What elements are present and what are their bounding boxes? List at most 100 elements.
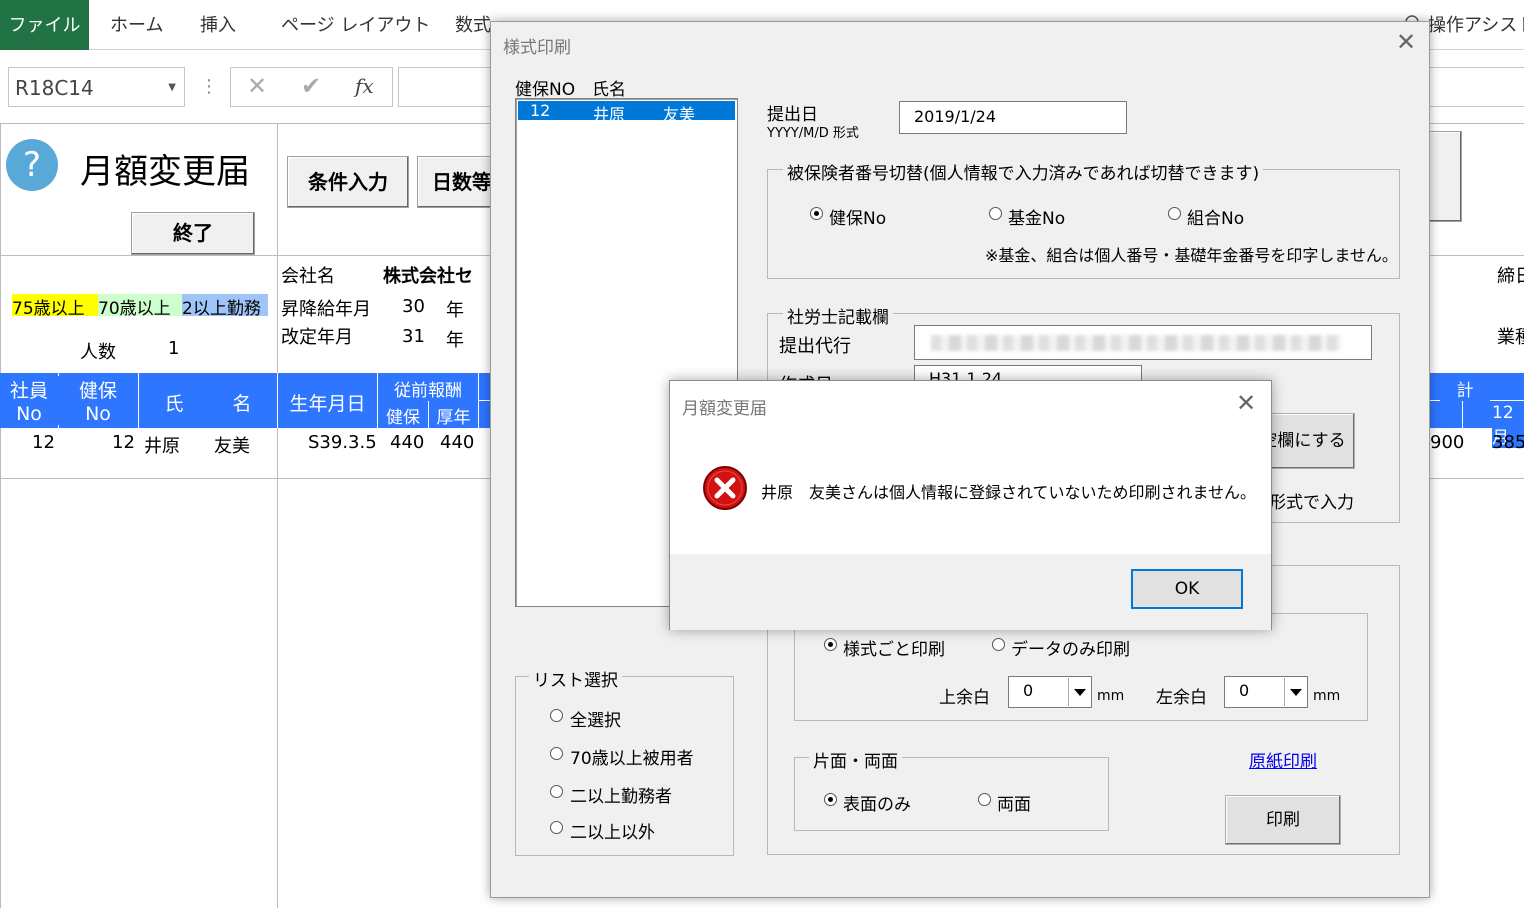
check-icon[interactable]: ✔ xyxy=(301,72,321,100)
page-title: 月額変更届 xyxy=(80,152,250,192)
grid-line xyxy=(0,123,1,908)
radio-with-form-label: 様式ごと印刷 xyxy=(843,640,945,660)
condition-input-button[interactable]: 条件入力 xyxy=(287,156,409,208)
name-box-value: R18C14 xyxy=(15,76,94,100)
radio-double-side[interactable] xyxy=(978,793,991,806)
radio-other-label: 二以上以外 xyxy=(570,823,655,843)
sharoushi-group-label: 社労士記載欄 xyxy=(783,303,893,328)
function-icon[interactable]: fx xyxy=(355,74,374,98)
alert-title: 月額変更届 xyxy=(682,399,767,419)
list-header-no: 健保NO xyxy=(515,80,576,100)
redacted-text xyxy=(931,335,1341,351)
radio-kikin[interactable] xyxy=(989,207,1002,220)
cancel-icon[interactable]: ✕ xyxy=(247,72,267,100)
radio-double-side-label: 両面 xyxy=(997,795,1031,815)
radio-select-all[interactable] xyxy=(550,709,563,722)
revision-month-value: 31 xyxy=(402,326,425,347)
grid-line xyxy=(277,123,278,908)
row-insurance-no: 12 xyxy=(112,432,135,453)
insurance-number-group-label: 被保険者番号切替(個人情報で入力済みであれば切替できます) xyxy=(783,159,1264,184)
ok-button[interactable]: OK xyxy=(1131,569,1243,609)
agent-label: 提出代行 xyxy=(779,336,851,357)
close-icon[interactable]: ✕ xyxy=(1236,389,1256,417)
legend-age75: 75歳以上 xyxy=(12,294,98,319)
submit-date-input[interactable]: 2019/1/24 xyxy=(899,101,1127,134)
radio-with-form[interactable] xyxy=(824,638,837,651)
year-label: 年 xyxy=(446,330,464,351)
tab-home[interactable]: ホーム xyxy=(110,0,163,50)
chevron-down-icon[interactable] xyxy=(1284,678,1306,706)
radio-kenpo-label: 健保No xyxy=(829,209,887,229)
error-icon xyxy=(702,465,748,511)
legend-age70: 70歳以上 xyxy=(98,294,182,319)
company-value: 株式会社セ xyxy=(383,266,473,287)
header-health: 健保 xyxy=(378,403,428,428)
row-total: 900 xyxy=(1430,432,1465,453)
header-employee-no: No xyxy=(0,403,58,425)
list-item[interactable]: 12 井原 友美 xyxy=(518,101,735,124)
more-options-icon[interactable]: ⋮ xyxy=(200,76,218,97)
closing-day-label: 締日 xyxy=(1497,266,1524,287)
radio-select-all-label: 全選択 xyxy=(570,711,621,731)
row-pension-pay: 440 xyxy=(440,432,475,453)
radio-kikin-label: 基金No xyxy=(1008,209,1066,229)
revision-month-label: 改定年月 xyxy=(281,327,353,348)
name-box[interactable]: R18C14 ▼ xyxy=(8,67,185,107)
tab-file[interactable]: ファイル xyxy=(0,0,89,50)
date-format-hint: YYYY/M/D 形式 xyxy=(767,126,859,141)
radio-other[interactable] xyxy=(550,821,563,834)
row-health-pay: 440 xyxy=(390,432,425,453)
headcount-label: 人数 xyxy=(80,342,116,363)
alert-dialog: 月額変更届 ✕ 井原 友美さんは個人情報に登録されていないため印刷されません。 … xyxy=(669,380,1272,630)
radio-single-side[interactable] xyxy=(824,793,837,806)
close-icon[interactable]: ✕ xyxy=(1396,28,1416,56)
headcount-value: 1 xyxy=(168,338,180,359)
header-employee: 社員 xyxy=(0,376,58,403)
radio-data-only[interactable] xyxy=(992,638,1005,651)
left-margin-select[interactable]: 0 xyxy=(1224,676,1308,708)
header-total: 計 xyxy=(1440,376,1490,401)
print-button[interactable]: 印刷 xyxy=(1225,795,1341,845)
row-december: 385 xyxy=(1492,432,1524,453)
tab-formulas[interactable]: 数式 xyxy=(455,0,491,50)
top-margin-label: 上余白 xyxy=(939,688,990,708)
row-employee-no: 12 xyxy=(32,432,55,453)
format-input-text: 形式で入力 xyxy=(1269,493,1354,513)
list-item-surname: 井原 xyxy=(593,105,626,124)
help-icon[interactable]: ? xyxy=(6,139,58,191)
company-label: 会社名 xyxy=(281,266,335,287)
header-given-name: 名 xyxy=(230,389,254,416)
exit-button[interactable]: 終了 xyxy=(131,212,255,255)
tell-me-assist[interactable]: 操作アシスト xyxy=(1428,0,1524,50)
tab-insert[interactable]: 挿入 xyxy=(200,0,236,50)
header-insurance-no: No xyxy=(58,403,138,425)
radio-multi-employer[interactable] xyxy=(550,785,563,798)
agent-input[interactable] xyxy=(914,325,1372,360)
list-item-given: 友美 xyxy=(663,105,696,124)
header-birthdate: 生年月日 xyxy=(278,389,377,416)
radio-over-70[interactable] xyxy=(550,747,563,760)
list-selection-group-label: リスト選択 xyxy=(529,666,622,691)
top-margin-value: 0 xyxy=(1023,681,1034,700)
radio-kumiai-label: 組合No xyxy=(1187,209,1245,229)
radio-multi-employer-label: 二以上勤務者 xyxy=(570,787,672,807)
industry-label: 業種 xyxy=(1497,327,1524,348)
tab-page-layout[interactable]: ページ レイアウト xyxy=(281,0,430,50)
header-pension: 厚年 xyxy=(429,403,478,428)
left-margin-unit: mm xyxy=(1313,688,1341,704)
row-surname: 井原 xyxy=(144,436,180,457)
radio-kumiai[interactable] xyxy=(1168,207,1181,220)
radio-kenpo[interactable] xyxy=(810,207,823,220)
chevron-down-icon[interactable] xyxy=(1068,678,1090,706)
chevron-down-icon[interactable]: ▼ xyxy=(168,68,176,108)
blank-form-print-link[interactable]: 原紙印刷 xyxy=(1249,747,1317,772)
left-margin-value: 0 xyxy=(1239,681,1250,700)
dialog-title: 様式印刷 xyxy=(503,38,571,58)
top-margin-select[interactable]: 0 xyxy=(1008,676,1092,708)
radio-data-only-label: データのみ印刷 xyxy=(1011,640,1130,660)
side-group-label: 片面・両面 xyxy=(809,747,902,772)
raise-month-value: 30 xyxy=(402,296,425,317)
insurance-note: ※基金、組合は個人番号・基礎年金番号を印字しません。 xyxy=(985,246,1398,265)
row-birthdate: S39.3.5 xyxy=(308,432,377,453)
days-button[interactable]: 日数等 xyxy=(417,156,497,208)
